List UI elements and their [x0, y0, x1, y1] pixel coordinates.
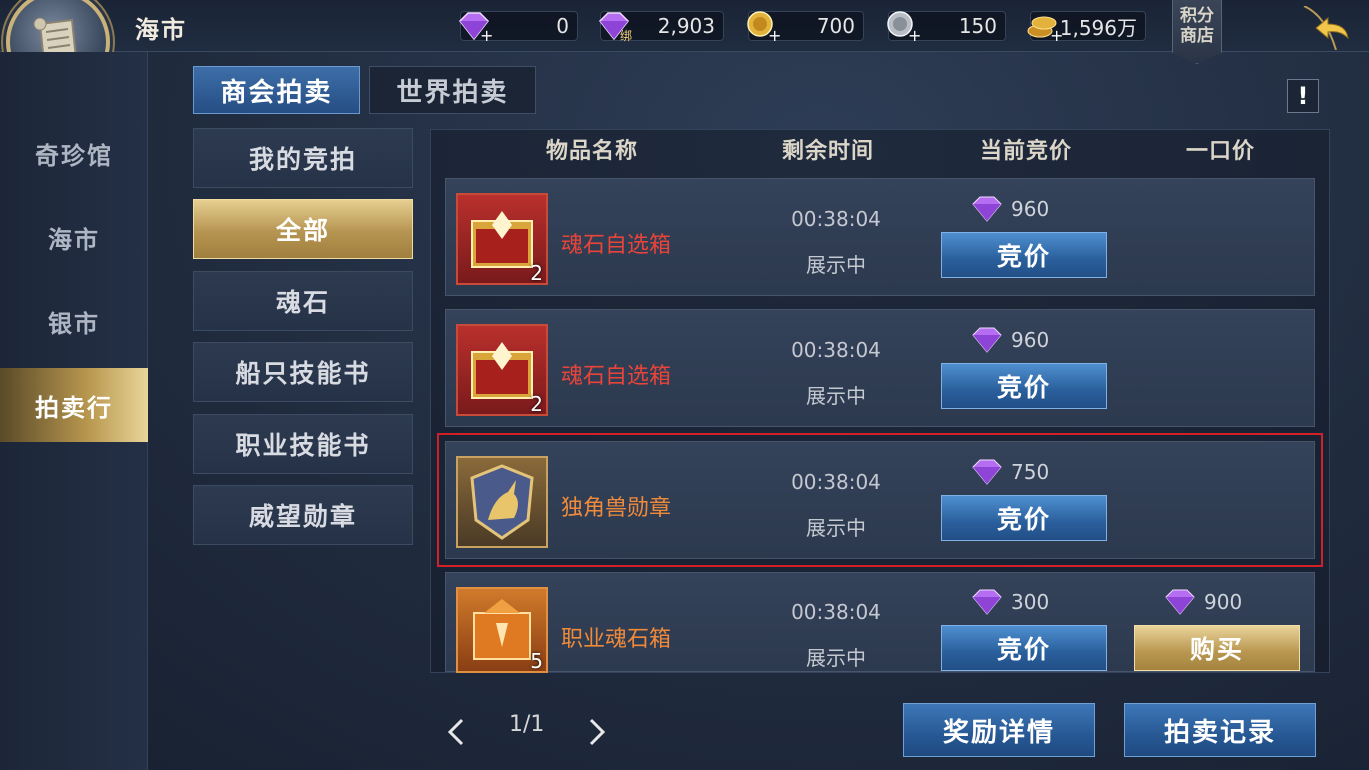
header-item-name: 物品名称: [546, 139, 639, 164]
diamond-icon: [972, 459, 1002, 485]
next-page-icon[interactable]: [587, 718, 607, 746]
points-shop-label-line1: 积分: [1180, 6, 1214, 26]
category-my-bids[interactable]: 我的竞拍: [193, 128, 413, 188]
svg-text:+: +: [768, 26, 780, 43]
header-buyout-price: 一口价: [1186, 139, 1256, 164]
reward-details-button[interactable]: 奖励详情: [903, 703, 1095, 757]
gold-coin-plus-icon: +: [747, 11, 780, 43]
bid-button[interactable]: 竞价: [941, 625, 1107, 671]
status-text: 展示中: [806, 384, 866, 408]
category-class-skill-book[interactable]: 职业技能书: [193, 414, 413, 474]
diamond-icon: [972, 327, 1002, 353]
silver-coin-currency[interactable]: + 150: [887, 11, 1006, 43]
current-bid-price: 960: [971, 326, 1049, 354]
current-bid-price: 960: [971, 195, 1049, 223]
item-quantity: 2: [530, 261, 543, 285]
nav-item-treasure-hall[interactable]: 奇珍馆: [0, 116, 148, 190]
table-row[interactable]: 2 魂石自选箱 00:38:04 展示中 960 竞价: [445, 309, 1315, 427]
back-arrow-icon[interactable]: [1296, 6, 1362, 50]
status-text: 展示中: [806, 516, 866, 540]
bid-button[interactable]: 竞价: [941, 232, 1107, 278]
tab-world-auction[interactable]: 世界拍卖: [369, 66, 536, 114]
chest-icon[interactable]: 2: [456, 193, 548, 285]
unicorn-medal-icon[interactable]: [456, 456, 548, 548]
table-row[interactable]: 2 魂石自选箱 00:38:04 展示中 960 竞价: [445, 178, 1315, 296]
item-name: 职业魂石箱: [561, 627, 672, 652]
buyout-price: 900: [1164, 588, 1242, 616]
remaining-time: 00:38:04: [791, 338, 881, 362]
remaining-time: 00:38:04: [791, 600, 881, 624]
bound-diamond-currency[interactable]: 绑 2,903: [599, 11, 724, 43]
prev-page-icon[interactable]: [446, 718, 466, 746]
item-name: 魂石自选箱: [561, 364, 672, 389]
tab-guild-auction[interactable]: 商会拍卖: [193, 66, 360, 114]
diamond-icon: [972, 589, 1002, 615]
gold-pile-plus-icon: +: [1027, 16, 1062, 43]
item-name: 独角兽勋章: [561, 496, 672, 521]
buyout-price-value: 900: [1204, 590, 1243, 614]
auction-records-button[interactable]: 拍卖记录: [1124, 703, 1316, 757]
category-all[interactable]: 全部: [193, 199, 413, 259]
header-remaining-time: 剩余时间: [782, 139, 875, 164]
page-indicator: 1/1: [509, 712, 545, 737]
diamond-currency[interactable]: + 0: [459, 11, 578, 43]
svg-text:+: +: [908, 26, 920, 43]
header-current-bid: 当前竞价: [980, 139, 1073, 164]
bid-button[interactable]: 竞价: [941, 363, 1107, 409]
table-row[interactable]: 5 职业魂石箱 00:38:04 展示中 300 900 竞价 购买: [445, 572, 1315, 673]
class-soulstone-box-icon[interactable]: 5: [456, 587, 548, 673]
diamond-plus-icon: +: [459, 12, 492, 43]
bid-price-value: 960: [1011, 328, 1050, 352]
item-quantity: 2: [530, 392, 543, 416]
item-quantity: 5: [530, 649, 543, 673]
diamond-icon: [972, 196, 1002, 222]
gold-coin-currency[interactable]: + 700: [747, 11, 864, 43]
diamond-icon: [1165, 589, 1195, 615]
info-button[interactable]: !: [1287, 79, 1319, 113]
page-title: 海市: [135, 16, 187, 44]
remaining-time: 00:38:04: [791, 207, 881, 231]
bid-button[interactable]: 竞价: [941, 495, 1107, 541]
category-prestige-medal[interactable]: 威望勋章: [193, 485, 413, 545]
current-bid-price: 300: [971, 588, 1049, 616]
silver-coin-plus-icon: +: [887, 11, 920, 43]
nav-item-silver-market[interactable]: 银市: [0, 284, 148, 358]
nav-item-auction-house[interactable]: 拍卖行: [0, 368, 148, 442]
points-shop-label-line2: 商店: [1180, 26, 1214, 46]
chest-icon[interactable]: 2: [456, 324, 548, 416]
status-text: 展示中: [806, 253, 866, 277]
bound-badge: 绑: [620, 29, 633, 43]
item-name: 魂石自选箱: [561, 233, 672, 258]
category-soul-stone[interactable]: 魂石: [193, 271, 413, 331]
bid-price-value: 300: [1011, 590, 1050, 614]
bid-price-value: 960: [1011, 197, 1050, 221]
remaining-time: 00:38:04: [791, 470, 881, 494]
bid-price-value: 750: [1011, 460, 1050, 484]
gold-pile-currency[interactable]: + 1,596万: [1027, 11, 1146, 43]
current-bid-price: 750: [971, 458, 1049, 486]
category-ship-skill-book[interactable]: 船只技能书: [193, 342, 413, 402]
svg-text:+: +: [480, 26, 492, 43]
svg-text:+: +: [1050, 26, 1062, 43]
status-text: 展示中: [806, 646, 866, 670]
nav-item-sea-market[interactable]: 海市: [0, 200, 148, 274]
table-row-highlighted[interactable]: 独角兽勋章 00:38:04 展示中 750 竞价: [437, 433, 1323, 567]
points-shop-button[interactable]: 积分 商店: [1172, 0, 1222, 64]
buy-button[interactable]: 购买: [1134, 625, 1300, 671]
